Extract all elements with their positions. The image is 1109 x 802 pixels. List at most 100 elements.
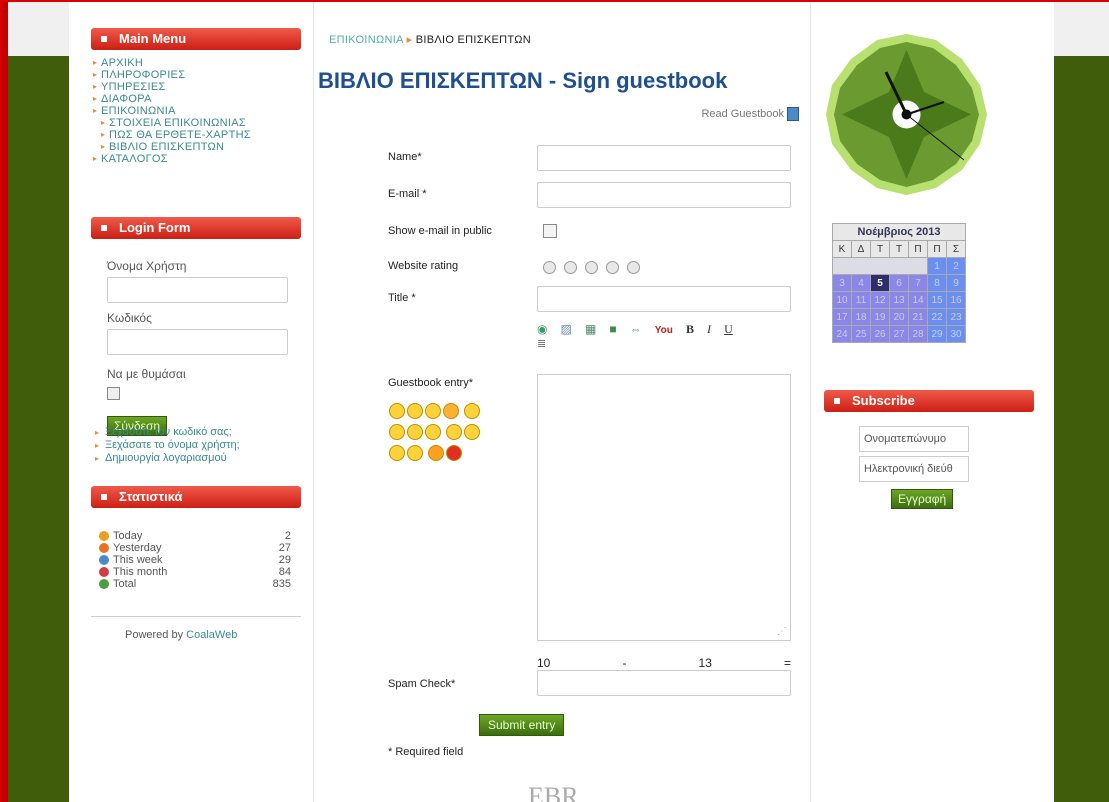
calendar-day[interactable]: 6 bbox=[889, 274, 909, 292]
user-icon bbox=[99, 555, 109, 565]
password-input[interactable] bbox=[107, 329, 288, 355]
cool-smiley-icon[interactable] bbox=[425, 403, 441, 419]
breadcrumb-arrow-icon: ▸ bbox=[406, 34, 413, 46]
powered-prefix: Powered by bbox=[125, 629, 184, 641]
calendar-day[interactable]: 16 bbox=[946, 291, 966, 309]
rating-radio-5[interactable] bbox=[627, 261, 640, 274]
calendar-day[interactable]: 3 bbox=[832, 274, 852, 292]
confused-smiley-icon[interactable] bbox=[464, 424, 481, 440]
email-input[interactable] bbox=[537, 182, 791, 208]
align-icon[interactable]: ≣ bbox=[537, 337, 787, 350]
calendar-day[interactable]: 15 bbox=[927, 291, 947, 309]
subscribe-button[interactable]: Εγγραφή bbox=[891, 489, 954, 509]
stats-label: This week bbox=[113, 554, 163, 566]
rating-radio-3[interactable] bbox=[585, 261, 598, 274]
guestbook-entry-textarea[interactable]: ⋰ bbox=[537, 374, 791, 641]
youtube-icon[interactable]: You bbox=[655, 325, 673, 336]
forgot-password-link[interactable]: Ξεχάσατε τον κωδικό σας; bbox=[95, 426, 240, 439]
shocked-smiley-icon[interactable] bbox=[389, 424, 405, 440]
calendar-day[interactable]: 17 bbox=[832, 308, 852, 326]
calendar-day[interactable]: 7 bbox=[908, 274, 928, 292]
name-label: Name* bbox=[388, 151, 422, 163]
resize-grip-icon[interactable]: ⋰ bbox=[777, 626, 787, 637]
menu-item-services[interactable]: ΥΠΗΡΕΣΙΕΣ bbox=[93, 81, 251, 93]
calendar-day[interactable]: 14 bbox=[908, 291, 928, 309]
book-icon[interactable] bbox=[787, 107, 799, 121]
calendar-day[interactable]: 22 bbox=[927, 308, 947, 326]
wink-smiley-icon[interactable] bbox=[464, 403, 481, 419]
calendar-day[interactable]: 20 bbox=[889, 308, 909, 326]
menu-item-contact-details[interactable]: ΣΤΟΙΧΕΙΑ ΕΠΙΚΟΙΝΩΝΙΑΣ bbox=[101, 117, 251, 129]
rating-radio-1[interactable] bbox=[543, 261, 556, 274]
calendar-day[interactable]: 19 bbox=[870, 308, 890, 326]
title-input[interactable] bbox=[537, 286, 791, 312]
image-icon[interactable]: ◉ bbox=[537, 322, 547, 336]
coalaweb-link[interactable]: CoalaWeb bbox=[186, 629, 237, 641]
calendar-day[interactable]: 10 bbox=[832, 291, 852, 309]
login-form-header: Login Form bbox=[91, 217, 301, 239]
calendar-day[interactable]: 25 bbox=[851, 325, 871, 343]
remember-checkbox[interactable] bbox=[107, 387, 120, 400]
sleepy-smiley-icon[interactable] bbox=[389, 403, 405, 419]
rating-radio-4[interactable] bbox=[606, 261, 619, 274]
read-guestbook[interactable]: Read Guestbook bbox=[701, 107, 799, 121]
frown-smiley-icon[interactable] bbox=[407, 445, 423, 461]
submit-entry-button[interactable]: Submit entry bbox=[479, 714, 565, 736]
menu-item-catalog[interactable]: ΚΑΤΑΛΟΓΟΣ bbox=[93, 153, 251, 165]
calendar-day[interactable]: 24 bbox=[832, 325, 852, 343]
menu-item-guestbook[interactable]: ΒΙΒΛΙΟ ΕΠΙΣΚΕΠΤΩΝ bbox=[101, 141, 251, 153]
calendar-day[interactable]: 26 bbox=[870, 325, 890, 343]
calendar-day[interactable]: 9 bbox=[946, 274, 966, 292]
angry-smiley-icon[interactable] bbox=[446, 424, 463, 440]
calendar-day[interactable]: 18 bbox=[851, 308, 871, 326]
gallery-icon[interactable]: ▦ bbox=[585, 322, 596, 336]
show-email-checkbox[interactable] bbox=[543, 224, 557, 238]
breadcrumb-parent[interactable]: ΕΠΙΚΟΙΝΩΝΙΑ bbox=[329, 34, 403, 46]
read-guestbook-link[interactable]: Read Guestbook bbox=[701, 108, 784, 120]
create-account-link[interactable]: Δημιουργία λογαριασμού bbox=[95, 452, 240, 465]
calendar-day[interactable]: 30 bbox=[946, 325, 966, 343]
tongue-smiley-icon[interactable] bbox=[443, 403, 459, 419]
menu-item-contact[interactable]: ΕΠΙΚΟΙΝΩΝΙΑ bbox=[93, 105, 251, 117]
spam-input[interactable] bbox=[537, 670, 791, 696]
calendar-day-header: Σ bbox=[946, 240, 966, 258]
menu-item-misc[interactable]: ΔΙΑΦΟΡΑ bbox=[93, 93, 251, 105]
dizzy-smiley-icon[interactable] bbox=[428, 445, 445, 461]
calendar-day[interactable]: 27 bbox=[889, 325, 909, 343]
bold-icon[interactable]: B bbox=[686, 322, 694, 337]
grin-smiley-icon[interactable] bbox=[407, 424, 423, 440]
rating-radio-2[interactable] bbox=[564, 261, 577, 274]
video-icon[interactable]: ■ bbox=[609, 322, 616, 336]
stats-value: 835 bbox=[272, 578, 291, 590]
menu-item-info[interactable]: ΠΛΗΡΟΦΟΡΙΕΣ bbox=[93, 69, 251, 81]
calendar-day[interactable]: 4 bbox=[851, 274, 871, 292]
italic-icon[interactable]: I bbox=[707, 322, 711, 337]
calendar-day[interactable]: 13 bbox=[889, 291, 909, 309]
username-input[interactable] bbox=[107, 277, 288, 303]
calendar-day-header: Κ bbox=[832, 240, 852, 258]
subscribe-email-input[interactable]: Ηλεκτρονική διεύθ bbox=[859, 456, 969, 482]
mad-smiley-icon[interactable] bbox=[446, 445, 463, 461]
name-input[interactable] bbox=[537, 145, 791, 171]
calendar-day[interactable]: 29 bbox=[927, 325, 947, 343]
sad-smiley-icon[interactable] bbox=[389, 445, 405, 461]
calendar-day[interactable]: 12 bbox=[870, 291, 890, 309]
calendar-day[interactable]: 21 bbox=[908, 308, 928, 326]
forgot-username-link[interactable]: Ξεχάσατε το όνομα χρήστη; bbox=[95, 439, 240, 452]
calendar-day[interactable]: 8 bbox=[927, 274, 947, 292]
picture-icon[interactable]: ▨ bbox=[561, 322, 572, 336]
calendar-day[interactable]: 28 bbox=[908, 325, 928, 343]
calendar-day[interactable]: 2 bbox=[946, 257, 966, 275]
calendar-day[interactable]: 23 bbox=[946, 308, 966, 326]
laugh-smiley-icon[interactable] bbox=[425, 424, 441, 440]
calendar-day-today[interactable]: 5 bbox=[870, 274, 890, 292]
main-menu-header: Main Menu bbox=[91, 28, 301, 50]
smile-smiley-icon[interactable] bbox=[407, 403, 423, 419]
calendar-day[interactable]: 1 bbox=[927, 257, 947, 275]
menu-item-map[interactable]: ΠΩΣ ΘΑ ΕΡΘΕΤΕ-ΧΑΡΤΗΣ bbox=[101, 129, 251, 141]
underline-icon[interactable]: U bbox=[724, 322, 733, 337]
calendar-day[interactable]: 11 bbox=[851, 291, 871, 309]
menu-item-home[interactable]: ΑΡΧΙΚΗ bbox=[93, 57, 251, 69]
link-icon[interactable]: ⇔ bbox=[630, 322, 642, 336]
subscribe-name-input[interactable]: Ονοματεπώνυμο bbox=[859, 426, 969, 452]
